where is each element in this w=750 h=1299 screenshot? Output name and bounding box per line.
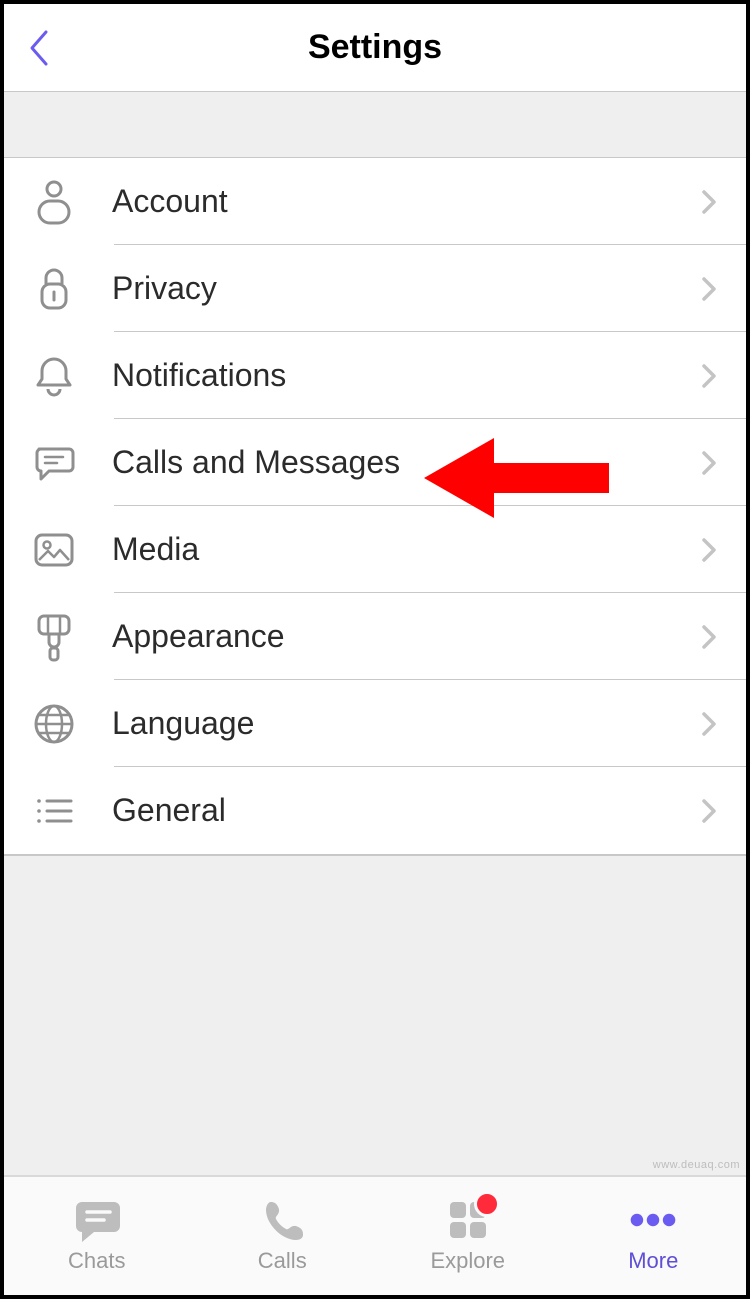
chat-icon (32, 443, 76, 483)
person-icon (32, 179, 76, 225)
chevron-left-icon (26, 28, 50, 68)
back-button[interactable] (18, 28, 58, 68)
settings-item-privacy[interactable]: Privacy (4, 245, 746, 332)
settings-item-label: Privacy (112, 270, 217, 307)
tab-chats[interactable]: Chats (4, 1177, 190, 1295)
settings-item-general[interactable]: General (4, 767, 746, 854)
settings-item-appearance[interactable]: Appearance (4, 593, 746, 680)
page-title: Settings (308, 28, 442, 67)
phone-icon (257, 1198, 307, 1242)
chevron-right-icon (696, 624, 722, 650)
more-dots-icon (628, 1198, 678, 1242)
settings-item-language[interactable]: Language (4, 680, 746, 767)
chevron-right-icon (696, 276, 722, 302)
header-bar: Settings (4, 4, 746, 92)
chevron-right-icon (696, 363, 722, 389)
section-gap (4, 92, 746, 158)
notification-badge-icon (474, 1191, 500, 1217)
lock-icon (32, 266, 76, 312)
chevron-right-icon (696, 711, 722, 737)
tab-label: Explore (430, 1248, 505, 1274)
chevron-right-icon (696, 189, 722, 215)
brush-icon (32, 612, 76, 662)
chevron-right-icon (696, 798, 722, 824)
tab-bar: Chats Calls Explore More (4, 1175, 746, 1295)
settings-list: Account Privacy Notifications Calls and … (4, 158, 746, 855)
tab-label: Chats (68, 1248, 125, 1274)
chat-bubble-icon (72, 1198, 122, 1242)
settings-item-label: Notifications (112, 357, 286, 394)
watermark-text: www.deuaq.com (653, 1159, 740, 1171)
bell-icon (32, 353, 76, 399)
globe-icon (32, 703, 76, 745)
settings-item-account[interactable]: Account (4, 158, 746, 245)
settings-item-label: General (112, 792, 226, 829)
picture-icon (32, 532, 76, 568)
empty-area (4, 855, 746, 1175)
settings-item-label: Language (112, 705, 254, 742)
settings-item-notifications[interactable]: Notifications (4, 332, 746, 419)
tab-calls[interactable]: Calls (190, 1177, 376, 1295)
tab-label: Calls (258, 1248, 307, 1274)
tab-label: More (628, 1248, 678, 1274)
list-icon (32, 795, 76, 827)
tab-more[interactable]: More (561, 1177, 747, 1295)
tab-explore[interactable]: Explore (375, 1177, 561, 1295)
chevron-right-icon (696, 537, 722, 563)
settings-item-label: Calls and Messages (112, 444, 400, 481)
settings-item-calls-and-messages[interactable]: Calls and Messages (4, 419, 746, 506)
settings-item-label: Media (112, 531, 199, 568)
settings-item-label: Account (112, 183, 228, 220)
settings-item-label: Appearance (112, 618, 285, 655)
chevron-right-icon (696, 450, 722, 476)
settings-item-media[interactable]: Media (4, 506, 746, 593)
